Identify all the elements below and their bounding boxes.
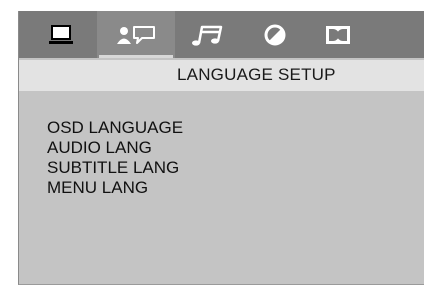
tab-general[interactable]	[37, 11, 85, 58]
music-note-icon	[192, 25, 223, 46]
tab-bar	[19, 11, 424, 58]
language-menu: OSD LANGUAGE AUDIO LANG SUBTITLE LANG ME…	[47, 118, 183, 198]
tab-language[interactable]	[97, 11, 175, 58]
menu-item-menu-lang[interactable]: MENU LANG	[47, 178, 183, 198]
menu-item-osd-language[interactable]: OSD LANGUAGE	[47, 118, 183, 138]
dolby-icon	[326, 25, 350, 44]
menu-item-audio-lang[interactable]: AUDIO LANG	[47, 138, 183, 158]
tab-audio[interactable]	[179, 11, 235, 58]
monitor-icon	[49, 24, 73, 44]
tab-speaker[interactable]	[311, 11, 365, 58]
menu-item-subtitle-lang[interactable]: SUBTITLE LANG	[47, 158, 183, 178]
page-title: LANGUAGE SETUP	[177, 65, 336, 84]
setup-menu-window: LANGUAGE SETUP OSD LANGUAGE AUDIO LANG S…	[18, 11, 424, 285]
tab-video[interactable]	[252, 11, 298, 58]
contrast-circle-icon	[264, 24, 286, 45]
person-speech-icon	[117, 25, 155, 44]
